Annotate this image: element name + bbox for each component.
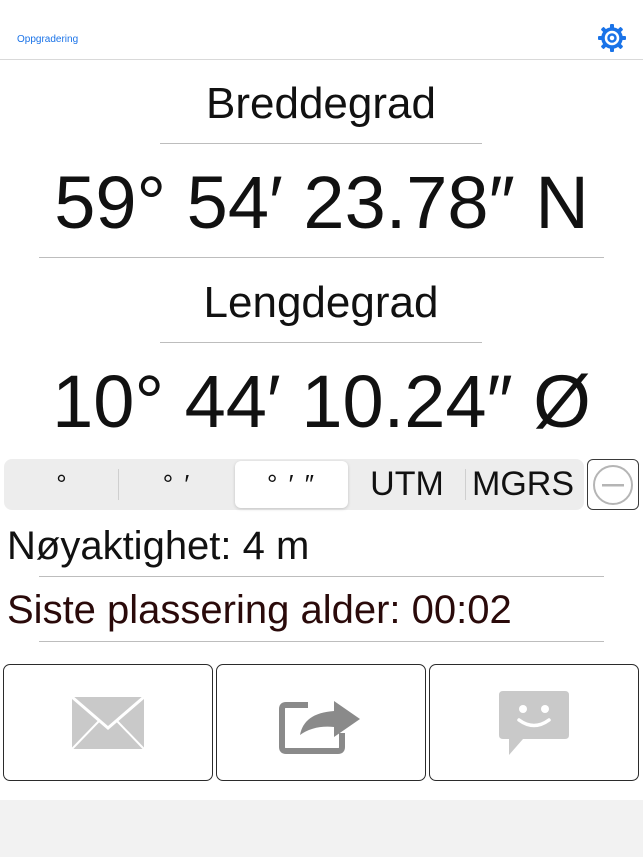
format-option-mgrs[interactable]: MGRS — [466, 461, 580, 508]
gear-icon — [598, 24, 626, 52]
app-screen: Oppgradering Breddegrad 59° 54′ 23.78″ N — [0, 0, 643, 857]
format-option-degrees-minutes[interactable]: ° ′ — [119, 461, 235, 508]
share-button[interactable] — [216, 664, 426, 781]
format-option-degrees-minutes-seconds[interactable]: ° ′ ″ — [235, 461, 348, 508]
remove-button[interactable] — [587, 459, 639, 510]
minus-circle-icon — [593, 464, 633, 505]
envelope-icon — [71, 695, 145, 750]
latitude-value: 59° 54′ 23.78″ N — [54, 161, 589, 244]
format-option-degrees[interactable]: ° — [6, 461, 119, 508]
latitude-label: Breddegrad — [206, 79, 436, 128]
settings-button[interactable] — [596, 22, 628, 54]
location-age-text: Siste plassering alder: 00:02 — [7, 588, 512, 632]
accuracy-divider — [39, 576, 604, 577]
share-arrow-icon — [279, 700, 360, 754]
chat-smiley-icon — [499, 690, 569, 755]
longitude-label: Lengdegrad — [203, 278, 439, 327]
latitude-divider — [39, 257, 604, 258]
accuracy-text: Nøyaktighet: 4 m — [7, 524, 310, 568]
email-button[interactable] — [3, 664, 213, 781]
message-button[interactable] — [429, 664, 639, 781]
coordinate-format-selector: ° ° ′ ° ′ ″ UTM MGRS — [4, 459, 584, 510]
upgrade-link[interactable]: Oppgradering — [17, 34, 78, 45]
location-age-divider — [39, 641, 604, 642]
top-bar: Oppgradering — [0, 0, 643, 60]
longitude-label-divider — [160, 342, 482, 343]
latitude-label-divider — [160, 143, 482, 144]
format-option-utm[interactable]: UTM — [348, 461, 466, 508]
longitude-value: 10° 44′ 10.24″ Ø — [52, 360, 591, 443]
bottom-area — [0, 800, 643, 857]
